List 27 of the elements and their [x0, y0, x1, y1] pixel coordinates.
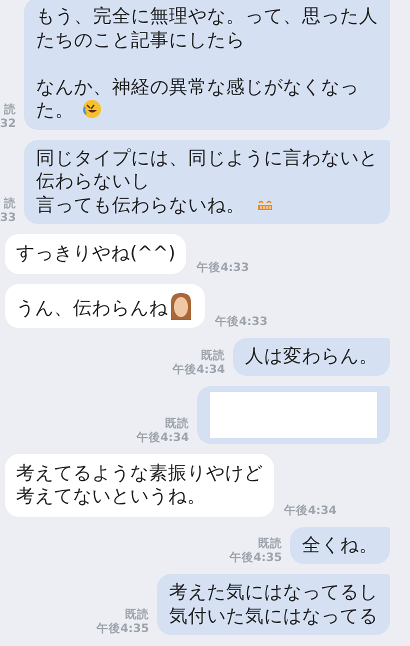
message-time: 33	[0, 210, 16, 224]
message-time: 32	[0, 116, 16, 130]
message-time: 午後4:34	[172, 362, 225, 376]
message-time: 午後4:34	[136, 430, 189, 444]
message-time: 午後4:33	[215, 314, 268, 328]
message-time: 午後4:35	[229, 550, 282, 564]
message-text: 人は変わらん。	[245, 345, 378, 368]
message-text: すっきりやね(^^)	[16, 242, 176, 266]
read-receipt: 既読	[201, 348, 225, 362]
read-receipt: 既読	[258, 536, 282, 550]
message-text: 全くね。	[302, 534, 378, 557]
message-time: 午後4:33	[196, 260, 250, 274]
grin-emoji-icon	[257, 198, 273, 210]
message-text: もう、完全に無理やな。って、思った人 たちのこと記事にしたら	[36, 5, 378, 52]
read-receipt: 既読	[125, 607, 149, 621]
message-time: 午後4:35	[96, 621, 149, 635]
message-text: 同じタイプには、同じように言わないと 伝わらないし 言っても伝わらないね。	[36, 146, 378, 217]
laughing-emoji-icon	[82, 99, 102, 119]
message-text: 考えた気にはなってるし 気付いた気にはなってる	[169, 581, 378, 628]
message-text: 考えてるような素振りやけど 考えてないというね。	[16, 462, 263, 508]
message-text: うん、伝わらんね	[16, 292, 194, 320]
message-time: 午後4:34	[284, 502, 337, 516]
read-receipt: 読	[4, 196, 16, 210]
message-text: なんか、神経の異常な感じがなくなっ た。	[36, 76, 360, 122]
figure-sticker-icon	[168, 292, 194, 320]
read-receipt: 読	[4, 102, 16, 116]
read-receipt: 既読	[165, 416, 189, 430]
